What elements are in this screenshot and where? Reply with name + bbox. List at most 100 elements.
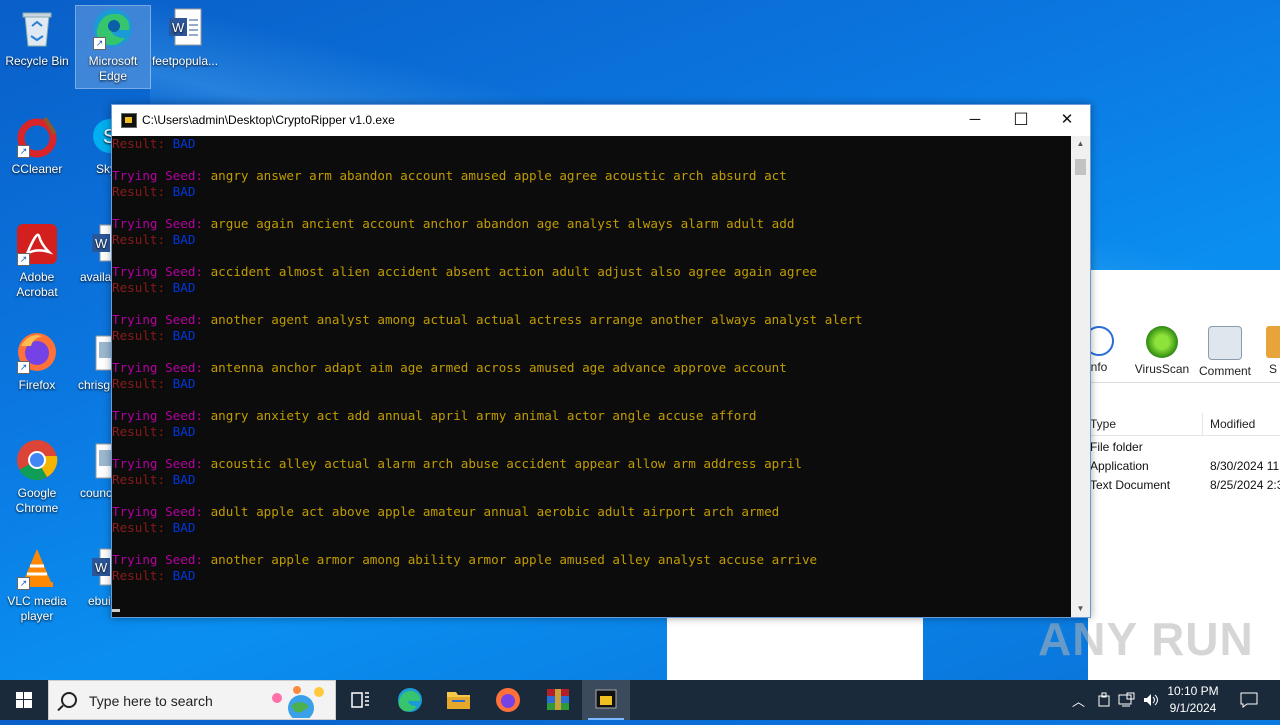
windows-logo-icon <box>16 692 32 708</box>
result-line: Result: BAD <box>112 280 195 296</box>
seed-phrase: antenna anchor adapt aim age armed acros… <box>210 360 787 375</box>
explorer-ribbon: nfo VirusScan Comment S <box>1084 320 1280 383</box>
column-divider[interactable] <box>1202 413 1203 435</box>
desktop-icon-label: Microsoft Edge <box>88 54 138 83</box>
result-value: BAD <box>172 472 196 487</box>
close-button[interactable]: ✕ <box>1044 105 1090 135</box>
result-line: Result: BAD <box>112 568 195 584</box>
maximize-button[interactable]: ☐ <box>998 105 1044 135</box>
result-label: Result: <box>112 424 173 439</box>
console-titlebar[interactable]: C:\Users\admin\Desktop\CryptoRipper v1.0… <box>112 105 1090 135</box>
result-label: Result: <box>112 136 173 151</box>
svg-text:W: W <box>95 560 108 575</box>
file-row[interactable]: File folder <box>1090 440 1143 454</box>
desktop-icon-label: Firefox <box>18 378 56 392</box>
seed-phrase: acoustic alley actual alarm arch abuse a… <box>210 456 802 471</box>
file-row[interactable]: Text Document 8/25/2024 2:3 <box>1090 478 1280 492</box>
desktop-icon-firefox[interactable]: ↗ Firefox <box>0 330 74 393</box>
result-value: BAD <box>172 568 196 583</box>
column-modified[interactable]: Modified <box>1210 417 1255 431</box>
search-highlight-globe-icon <box>272 686 324 718</box>
desktop-icon-recycle-bin[interactable]: Recycle Bin <box>0 6 74 69</box>
ribbon-label: Comment <box>1198 364 1251 378</box>
taskbar-file-explorer[interactable] <box>434 680 482 720</box>
desktop-icon-label: Recycle Bin <box>5 54 69 68</box>
chrome-icon <box>15 438 59 482</box>
desktop-icon-ebui[interactable]: W ebui <box>76 546 112 609</box>
scrollbar-thumb[interactable] <box>1075 159 1086 175</box>
console-output[interactable]: Result: BAD Trying Seed: angry answer ar… <box>112 136 1071 617</box>
desktop-icon-availa[interactable]: W availa <box>76 222 112 285</box>
network-icon[interactable] <box>1118 692 1136 708</box>
security-icon[interactable] <box>1096 692 1112 708</box>
comment-button[interactable]: Comment <box>1196 326 1254 378</box>
scroll-down-arrow-icon[interactable]: ▼ <box>1071 601 1090 617</box>
console-window[interactable]: C:\Users\admin\Desktop\CryptoRipper v1.0… <box>111 104 1091 618</box>
volume-icon[interactable] <box>1142 692 1160 708</box>
result-value: BAD <box>172 424 196 439</box>
result-line: Result: BAD <box>112 232 195 248</box>
scroll-up-arrow-icon[interactable]: ▲ <box>1071 136 1090 152</box>
seed-phrase: angry answer arm abandon account amused … <box>210 168 787 183</box>
shortcut-arrow-icon: ↗ <box>17 361 30 374</box>
result-line: Result: BAD <box>112 520 195 536</box>
minimize-button[interactable]: ─ <box>952 105 998 135</box>
console-cursor <box>112 609 120 612</box>
start-button[interactable] <box>0 680 48 720</box>
file-explorer-icon <box>447 692 470 709</box>
taskbar-cryptoripper[interactable] <box>582 680 630 720</box>
file-type: Application <box>1090 459 1149 473</box>
file-modified: 8/30/2024 11: <box>1210 459 1280 473</box>
console-scrollbar[interactable]: ▲ ▼ <box>1071 136 1090 617</box>
taskbar-search-box[interactable]: Type here to search <box>48 680 336 720</box>
result-label: Result: <box>112 568 173 583</box>
trying-seed-line: Trying Seed: accident almost alien accid… <box>112 264 817 280</box>
ribbon-label: nfo <box>1090 360 1108 374</box>
action-center-button[interactable] <box>1230 680 1270 720</box>
console-app-icon <box>121 113 137 128</box>
taskbar-edge[interactable] <box>386 680 434 720</box>
desktop-icon-edge[interactable]: ↗ Microsoft Edge <box>75 5 151 89</box>
trying-seed-line: Trying Seed: adult apple act above apple… <box>112 504 779 520</box>
desktop-icon-google-chrome[interactable]: Google Chrome <box>0 438 74 516</box>
file-type: File folder <box>1090 440 1143 454</box>
file-row[interactable]: Application 8/30/2024 11: <box>1090 459 1280 473</box>
desktop-icon-vlc[interactable]: ↗ VLC media player <box>0 546 74 624</box>
seed-label: Trying Seed: <box>112 168 211 183</box>
desktop-icon-label: chrisg <box>78 378 111 392</box>
virusscan-icon <box>1146 326 1178 358</box>
desktop-icon-chrisg[interactable]: chrisg <box>76 330 112 393</box>
ribbon-label: S <box>1268 362 1277 376</box>
trying-seed-line: Trying Seed: argue again ancient account… <box>112 216 794 232</box>
system-tray: ︿ <box>1068 680 1168 720</box>
result-value: BAD <box>172 184 196 199</box>
desktop-icon-label: VLC media player <box>7 594 67 623</box>
svg-text:W: W <box>95 236 108 251</box>
clock[interactable]: 10:10 PM 9/1/2024 <box>1162 680 1224 720</box>
desktop-icon-feetpopula[interactable]: W feetpopula... <box>148 6 222 69</box>
desktop-icon-ccleaner[interactable]: ↗ CCleaner <box>0 114 74 177</box>
share-button[interactable]: S <box>1266 326 1280 376</box>
desktop-icon-counc[interactable]: counc <box>76 438 112 501</box>
column-type[interactable]: Type <box>1090 417 1116 431</box>
result-line: Result: BAD <box>112 472 195 488</box>
shortcut-arrow-icon: ↗ <box>17 253 30 266</box>
comment-icon <box>1208 326 1242 360</box>
result-label: Result: <box>112 520 173 535</box>
desktop-icon-adobe-acrobat[interactable]: ↗ Adobe Acrobat <box>0 222 74 300</box>
desktop-icon-skype[interactable]: S Sky <box>76 114 112 177</box>
cryptoripper-icon <box>595 689 617 709</box>
edge-icon <box>398 688 422 712</box>
task-view-icon <box>351 692 369 708</box>
taskbar-winrar[interactable] <box>534 680 582 720</box>
taskbar-firefox[interactable] <box>484 680 532 720</box>
trying-seed-line: Trying Seed: acoustic alley actual alarm… <box>112 456 802 472</box>
trying-seed-line: Trying Seed: another apple armor among a… <box>112 552 817 568</box>
image-file-icon <box>88 438 112 482</box>
seed-phrase: argue again ancient account anchor aband… <box>210 216 795 231</box>
task-view-button[interactable] <box>336 680 384 720</box>
show-hidden-icons-chevron-icon[interactable]: ︿ <box>1072 691 1085 710</box>
result-label: Result: <box>112 232 173 247</box>
virusscan-button[interactable]: VirusScan <box>1132 326 1192 376</box>
shortcut-arrow-icon: ↗ <box>17 577 30 590</box>
